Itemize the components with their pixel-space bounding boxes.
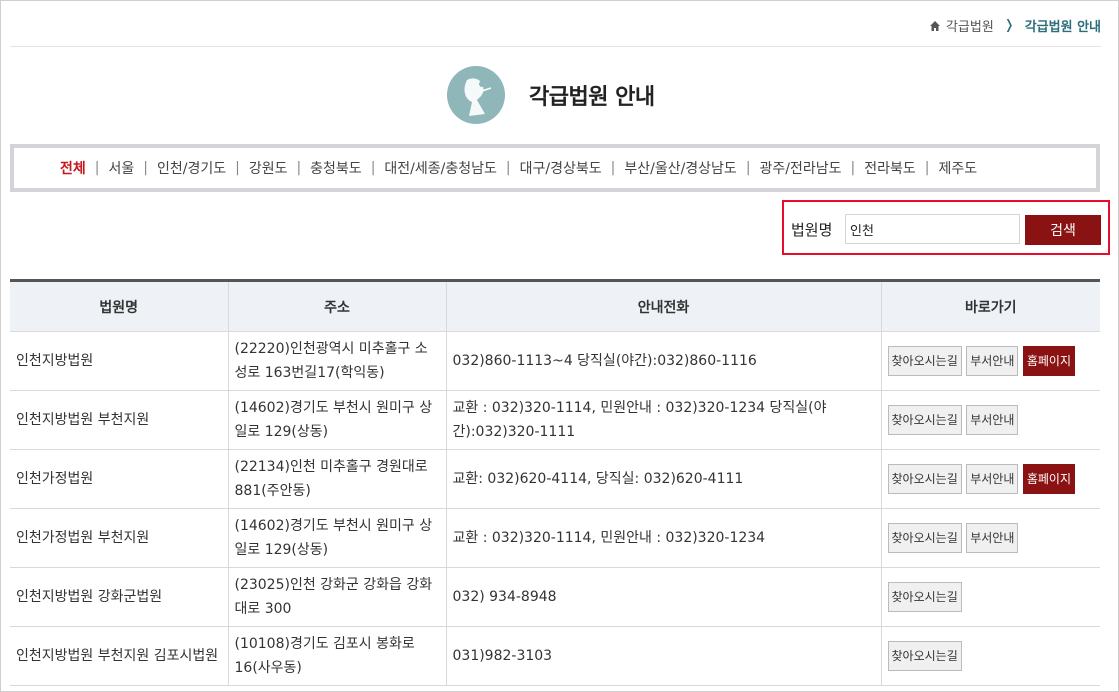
page-title: 각급법원 안내 xyxy=(529,85,655,110)
table-row: 인천가정법원 부천지원 (14602)경기도 부천시 원미구 상일로 129(상… xyxy=(10,508,1100,568)
departments-button[interactable]: 부서안내 xyxy=(966,523,1019,553)
court-name: 인천지방법원 xyxy=(10,331,229,391)
region-tab-daegu-gyeongbuk[interactable]: 대구/경상북도 xyxy=(520,158,602,178)
homepage-button[interactable]: 홈페이지 xyxy=(1022,464,1075,494)
court-name: 인천가정법원 부천지원 xyxy=(10,508,229,568)
region-filter-nav: 전체 | 서울 | 인천/경기도 | 강원도 | 충청북도 | 대전/세종/충청남도 | 대… xyxy=(10,144,1100,192)
region-tab-incheon-gyeonggi[interactable]: 인천/경기도 xyxy=(157,158,226,178)
column-header-phone: 안내전화 xyxy=(446,280,882,332)
region-tab-busan-ulsan-gyeongnam[interactable]: 부산/울산/경상남도 xyxy=(624,158,736,178)
court-address: (14602)경기도 부천시 원미구 상일로 129(상동) xyxy=(228,390,447,450)
page-header: 각급법원 안내 xyxy=(447,66,655,124)
column-header-address: 주소 xyxy=(228,280,447,332)
table-header-row: 법원명 주소 안내전화 바로가기 xyxy=(10,280,1100,332)
directions-button[interactable]: 찾아오시는길 xyxy=(887,582,962,612)
breadcrumb: 각급법원 ❭ 각급법원 안내 xyxy=(929,16,1101,35)
search-label: 법원명 xyxy=(791,221,833,239)
court-links: 찾아오시는길 부서안내 xyxy=(881,390,1100,450)
court-links: 찾아오시는길 부서안내 홈페이지 xyxy=(881,449,1100,509)
court-name-search-input[interactable] xyxy=(845,214,1020,244)
home-icon[interactable] xyxy=(929,20,940,31)
region-tab-gwangju-jeonnam[interactable]: 광주/전라남도 xyxy=(760,158,842,178)
court-name: 인천지방법원 부천지원 xyxy=(10,390,229,450)
directions-button[interactable]: 찾아오시는길 xyxy=(887,405,962,435)
court-name: 인천지방법원 강화군법원 xyxy=(10,567,229,627)
court-address: (14602)경기도 부천시 원미구 상일로 129(상동) xyxy=(228,508,447,568)
column-header-shortcuts: 바로가기 xyxy=(881,280,1100,332)
region-tab-seoul[interactable]: 서울 xyxy=(108,158,134,178)
court-phone: 교환 : 032)320-1114, 민원안내 : 032)320-1234 당… xyxy=(446,390,882,450)
region-tab-daejeon-sejong-chungnam[interactable]: 대전/세종/충청남도 xyxy=(384,158,496,178)
region-tab-gangwon[interactable]: 강원도 xyxy=(249,158,288,178)
table-row: 인천지방법원 강화군법원 (23025)인천 강화군 강화읍 강화대로 300 … xyxy=(10,567,1100,627)
breadcrumb-current: 각급법원 안내 xyxy=(1024,20,1101,35)
region-tab-all[interactable]: 전체 xyxy=(60,158,86,178)
court-search-form: 법원명 검색 xyxy=(782,200,1110,255)
court-links: 찾아오시는길 부서안내 홈페이지 xyxy=(881,331,1100,391)
departments-button[interactable]: 부서안내 xyxy=(966,346,1019,376)
court-address: (22220)인천광역시 미추홀구 소성로 163번길17(학익동) xyxy=(228,331,447,391)
breadcrumb-home-link[interactable]: 각급법원 xyxy=(946,16,994,35)
court-phone: 교환: 032)620-4114, 당직실: 032)620-4111 xyxy=(446,449,882,509)
court-name: 인천지방법원 부천지원 김포시법원 xyxy=(10,626,229,686)
court-list-table: 법원명 주소 안내전화 바로가기 인천지방법원 (22220)인천광역시 미추홀… xyxy=(10,279,1100,686)
homepage-button[interactable]: 홈페이지 xyxy=(1022,346,1075,376)
court-phone: 032)860-1113~4 당직실(야간):032)860-1116 xyxy=(446,331,882,391)
region-tab-jeonbuk[interactable]: 전라북도 xyxy=(864,158,916,178)
region-tab-jeju[interactable]: 제주도 xyxy=(939,158,978,178)
directions-button[interactable]: 찾아오시는길 xyxy=(887,346,962,376)
header-divider xyxy=(10,46,1101,47)
search-button[interactable]: 검색 xyxy=(1025,215,1101,245)
court-phone: 032) 934-8948 xyxy=(446,567,882,627)
departments-button[interactable]: 부서안내 xyxy=(966,464,1019,494)
court-phone: 교환 : 032)320-1114, 민원안내 : 032)320-1234 xyxy=(446,508,882,568)
directions-button[interactable]: 찾아오시는길 xyxy=(887,523,962,553)
directions-button[interactable]: 찾아오시는길 xyxy=(887,464,962,494)
directions-button[interactable]: 찾아오시는길 xyxy=(887,641,962,671)
court-links: 찾아오시는길 xyxy=(881,567,1100,627)
region-tab-chungbuk[interactable]: 충청북도 xyxy=(310,158,362,178)
table-row: 인천가정법원 (22134)인천 미추홀구 경원대로 881(주안동) 교환: … xyxy=(10,449,1100,509)
table-row: 인천지방법원 부천지원 (14602)경기도 부천시 원미구 상일로 129(상… xyxy=(10,390,1100,450)
court-address: (23025)인천 강화군 강화읍 강화대로 300 xyxy=(228,567,447,627)
departments-button[interactable]: 부서안내 xyxy=(966,405,1019,435)
table-row: 인천지방법원 (22220)인천광역시 미추홀구 소성로 163번길17(학익동… xyxy=(10,331,1100,391)
column-header-name: 법원명 xyxy=(10,280,229,332)
court-emblem-logo xyxy=(447,66,505,124)
table-row: 인천지방법원 부천지원 김포시법원 (10108)경기도 김포시 봉화로 16(… xyxy=(10,626,1100,686)
chevron-right-icon: ❭ xyxy=(1003,18,1015,33)
court-links: 찾아오시는길 xyxy=(881,626,1100,686)
court-address: (10108)경기도 김포시 봉화로 16(사우동) xyxy=(228,626,447,686)
court-phone: 031)982-3103 xyxy=(446,626,882,686)
court-name: 인천가정법원 xyxy=(10,449,229,509)
court-links: 찾아오시는길 부서안내 xyxy=(881,508,1100,568)
court-address: (22134)인천 미추홀구 경원대로 881(주안동) xyxy=(228,449,447,509)
